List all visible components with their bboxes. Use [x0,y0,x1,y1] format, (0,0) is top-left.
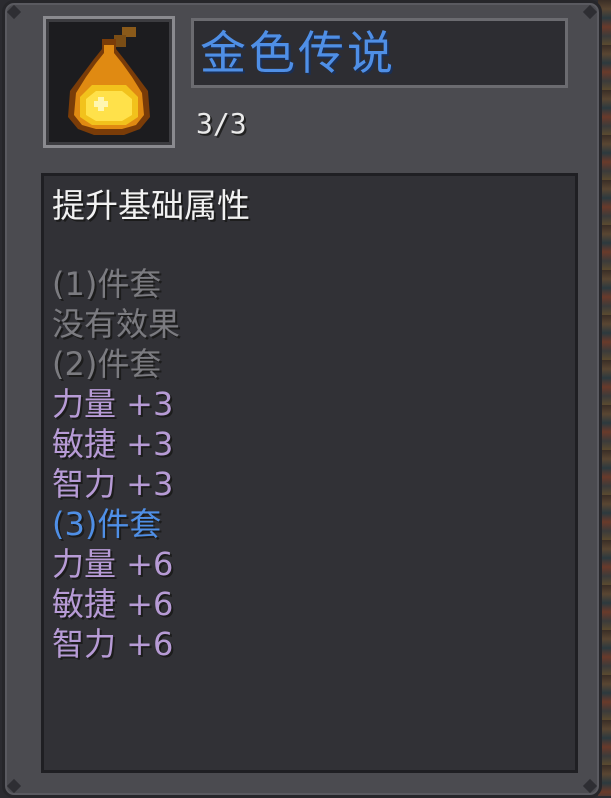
set-bonus-line: 智力 +3 [52,465,174,503]
panel-corner-ornament [582,4,598,20]
set-bonus-list: (1)件套 没有效果 (2)件套 力量 +3 敏捷 +3 智力 +3 (3)件套… [52,264,180,664]
golden-pear-fruit-icon [68,27,150,135]
set-bonus-line: (1)件套 [52,265,162,303]
set-bonus-line: 敏捷 +3 [52,425,174,463]
item-description-box: 提升基础属性 (1)件套 没有效果 (2)件套 力量 +3 敏捷 +3 智力 +… [41,173,578,773]
item-count: 3/3 [196,107,247,140]
item-tooltip-panel: 金色传说 3/3 提升基础属性 (1)件套 没有效果 (2)件套 力量 +3 敏… [2,0,602,798]
set-bonus-line: (2)件套 [52,345,162,383]
set-bonus-line: 智力 +6 [52,625,174,663]
set-bonus-line: (3)件套 [52,505,162,543]
panel-corner-ornament [582,778,598,794]
set-bonus-line: 敏捷 +6 [52,585,174,623]
panel-corner-ornament [6,778,22,794]
set-bonus-line: 力量 +6 [52,545,174,583]
set-bonus-line: 没有效果 [52,305,181,343]
panel-corner-ornament [6,4,22,20]
set-bonus-line: 力量 +3 [52,385,174,423]
item-name-plate: 金色传说 [191,18,568,88]
item-name: 金色传说 [200,26,396,80]
description-title: 提升基础属性 [52,186,250,225]
item-icon-slot [43,16,175,148]
